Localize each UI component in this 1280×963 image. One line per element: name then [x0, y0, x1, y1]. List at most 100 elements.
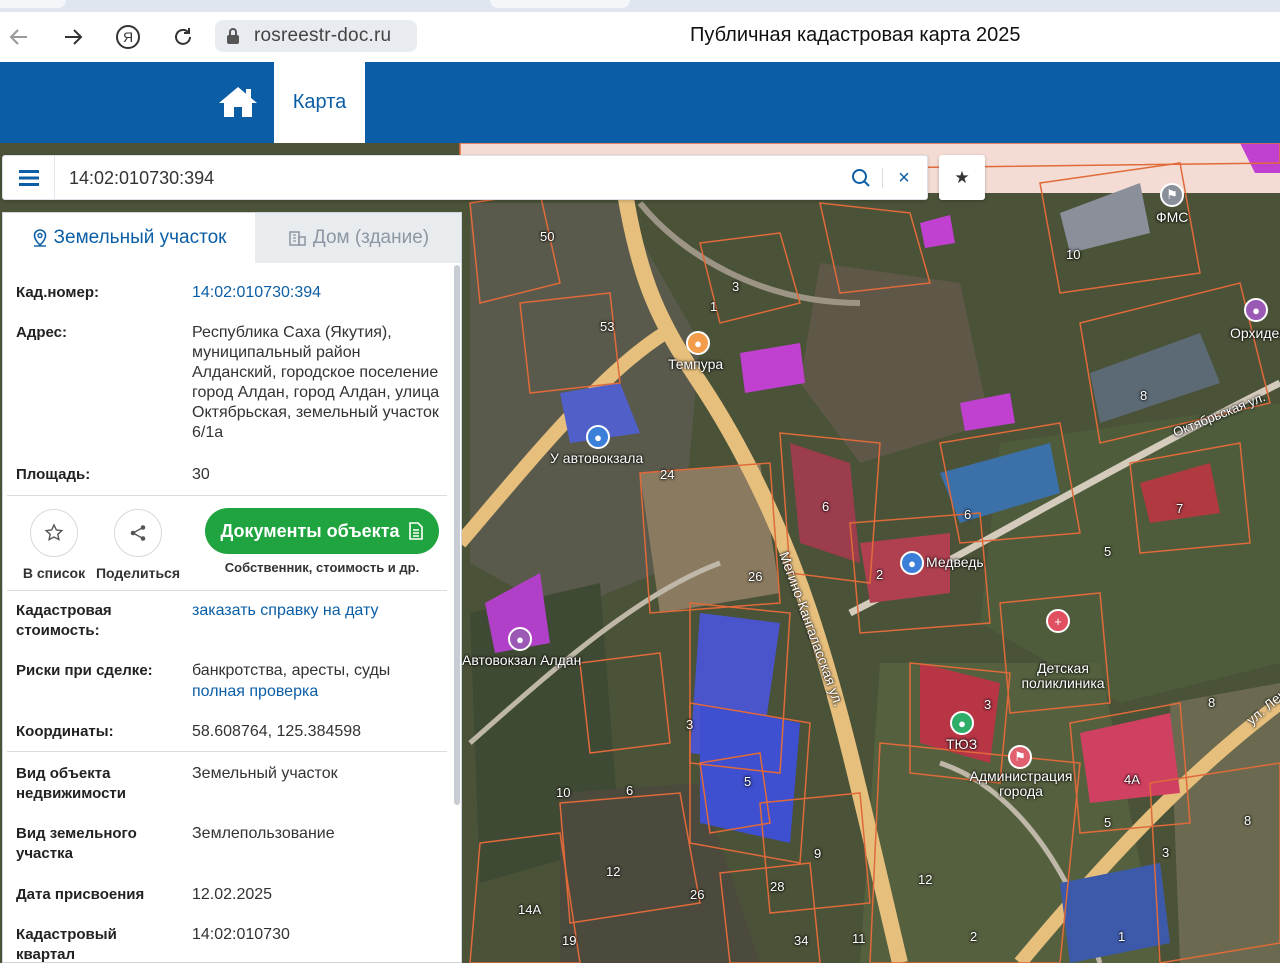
house-number: 3 [1162, 845, 1170, 860]
document-icon [408, 522, 423, 540]
action-caption: В список [22, 565, 86, 581]
government-icon[interactable]: ⚑ [1008, 745, 1032, 769]
documents-subtitle: Собственник, стоимость и др. [224, 560, 420, 575]
close-icon[interactable]: × [889, 164, 919, 192]
house-number: 4А [1124, 772, 1140, 787]
house-number: 19 [562, 933, 577, 948]
search-bar: × [2, 155, 928, 200]
house-number: 6 [964, 507, 972, 522]
hospital-icon[interactable]: + [1046, 609, 1070, 633]
tab-label: Дом (здание) [312, 227, 430, 248]
browser-address-bar: Я rosreestr-doc.ru Публичная кадастровая… [0, 12, 1280, 62]
house-number: 34 [794, 933, 809, 948]
poi-label[interactable]: Администрация города [966, 769, 1076, 799]
house-number: 3 [984, 697, 992, 712]
menu-icon[interactable] [3, 156, 55, 200]
shop-icon[interactable]: ● [586, 425, 610, 449]
svg-text:Я: Я [123, 29, 133, 45]
theatre-icon[interactable]: ● [950, 711, 974, 735]
object-type-value: Земельный участок [192, 765, 338, 782]
house-number: 14А [518, 902, 542, 917]
field-label: Кад.номер: [16, 284, 99, 301]
poi-label[interactable]: Медведь [926, 554, 984, 570]
browser-tab-active[interactable] [490, 0, 630, 8]
house-number: 1 [1118, 929, 1126, 944]
back-icon[interactable] [4, 22, 34, 52]
search-icon[interactable] [846, 164, 876, 192]
house-number: 7 [1176, 501, 1184, 516]
info-panel: Земельный участок Дом (здание) Кад.номер… [2, 212, 462, 963]
poi-label[interactable]: Автовокзал Алдан [462, 652, 581, 668]
documents-button[interactable]: Документы объекта [205, 508, 439, 554]
field-label: Вид объекта недвижимости [16, 765, 126, 802]
scrollbar[interactable] [454, 265, 460, 805]
address-value: Республика Саха (Якутия), муниципальный … [192, 324, 440, 441]
house-number: 8 [1140, 388, 1148, 403]
house-number: 24 [660, 467, 675, 482]
house-number: 53 [600, 319, 615, 334]
house-number: 3 [686, 717, 694, 732]
cad-number-link[interactable]: 14:02:010730:394 [192, 283, 442, 303]
house-number: 8 [1244, 813, 1252, 828]
poi-label[interactable]: У автовокзала [550, 450, 643, 466]
pin-icon [33, 229, 46, 247]
cad-quarter-value: 14:02:010730 [192, 926, 290, 943]
lock-icon [226, 27, 240, 45]
page-title: Публичная кадастровая карта 2025 [690, 24, 1021, 46]
reload-icon[interactable] [168, 22, 198, 52]
field-label: Площадь: [16, 466, 91, 483]
search-input[interactable] [69, 164, 829, 192]
poi-label[interactable]: ФМС [1156, 209, 1188, 225]
url-text: rosreestr-doc.ru [254, 25, 392, 46]
house-number: 1 [710, 299, 718, 314]
star-outline-icon [30, 509, 78, 557]
site-header: Карта [0, 62, 1280, 143]
house-number: 9 [814, 846, 822, 861]
add-to-list-button[interactable]: В список [9, 509, 99, 581]
poi-label[interactable]: Орхидея [1230, 325, 1280, 341]
shop-icon[interactable]: ● [900, 551, 924, 575]
house-number: 28 [770, 879, 785, 894]
poi-label[interactable]: Детская поликлиника [1016, 661, 1110, 691]
beauty-icon[interactable]: ● [1244, 298, 1268, 322]
poi-label[interactable]: Темпура [668, 356, 723, 372]
documents-button-label: Документы объекта [220, 520, 400, 541]
bus-station-icon[interactable]: ● [508, 627, 532, 651]
divider [7, 590, 447, 591]
home-icon[interactable] [213, 80, 263, 124]
tab-building[interactable]: Дом (здание) [255, 213, 461, 263]
order-certificate-link[interactable]: заказать справку на дату [192, 601, 442, 621]
poi-label[interactable]: ТЮЗ [946, 736, 977, 752]
house-number: 5 [744, 774, 752, 789]
house-number: 50 [540, 229, 555, 244]
share-button[interactable]: Поделиться [93, 509, 183, 581]
tab-label: Земельный участок [53, 227, 227, 248]
area-value: 30 [192, 466, 210, 483]
full-check-link[interactable]: полная проверка [192, 682, 442, 702]
house-number: 3 [732, 279, 740, 294]
tab-land-plot[interactable]: Земельный участок [3, 213, 255, 263]
field-label: Кадастровая стоимость: [16, 602, 112, 639]
field-label: Дата присвоения [16, 886, 145, 903]
house-number: 26 [748, 569, 763, 584]
browser-tabstrip [0, 0, 1280, 12]
field-label: Кадастровый квартал [16, 926, 117, 963]
divider [882, 168, 883, 188]
divider [7, 495, 447, 496]
action-caption: Поделиться [95, 565, 181, 581]
url-field[interactable]: rosreestr-doc.ru [215, 20, 417, 52]
building-icon [289, 231, 306, 246]
tab-map[interactable]: Карта [274, 62, 365, 143]
house-number: 26 [690, 887, 705, 902]
star-icon[interactable]: ★ [939, 155, 985, 200]
government-icon[interactable]: ⚑ [1160, 183, 1184, 207]
restaurant-icon[interactable]: ● [686, 331, 710, 355]
house-number: 5 [1104, 544, 1112, 559]
browser-tab[interactable] [0, 0, 66, 8]
house-number: 5 [1104, 815, 1112, 830]
yandex-icon[interactable]: Я [113, 22, 143, 52]
forward-icon[interactable] [58, 22, 88, 52]
house-number: 12 [606, 864, 621, 879]
field-label: Координаты: [16, 723, 114, 740]
house-number: 6 [626, 783, 634, 798]
